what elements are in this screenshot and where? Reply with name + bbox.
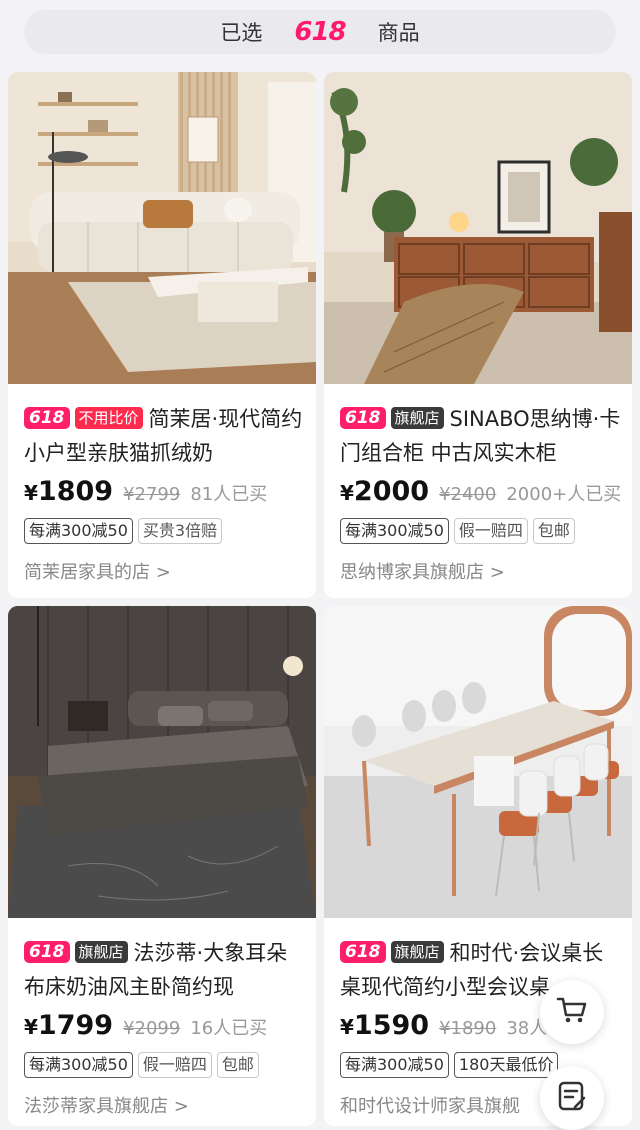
price-row: ¥2000 ¥2400 2000+人已买 xyxy=(340,476,630,516)
price-row: ¥1799 ¥2099 16人已买 xyxy=(24,1010,314,1050)
product-card[interactable]: 618 旗舰店 和时代·会议桌长桌现代简约小型会议桌 ¥1590 ¥1890 38人 每… xyxy=(324,606,632,1126)
promo-tags: 每满300减50 假一赔四 包邮 xyxy=(24,1052,259,1078)
promo-tag: 假一赔四 xyxy=(453,518,528,544)
promo-tag: 每满300减50 xyxy=(340,518,449,544)
cart-button[interactable] xyxy=(540,980,604,1044)
selected-618-filter[interactable]: 已选 618 商品 xyxy=(24,10,616,54)
promo-tags: 每满300减50 假一赔四 包邮 xyxy=(340,518,575,544)
product-title[interactable]: 618 旗舰店 法莎蒂·大象耳朵布床奶油风主卧简约现 xyxy=(24,936,308,1004)
product-title[interactable]: 618 旗舰店 SINABO思纳博·卡门组合柜 中古风实木柜 xyxy=(340,402,624,470)
flagship-badge: 旗舰店 xyxy=(390,407,444,429)
current-price: ¥1590 xyxy=(340,1010,429,1041)
product-image-bed[interactable] xyxy=(8,606,316,918)
618-badge: 618 xyxy=(340,407,386,429)
current-price: ¥2000 xyxy=(340,476,429,507)
sold-count: 2000+人已买 xyxy=(506,484,622,505)
product-title[interactable]: 618 不用比价 简茉居·现代简约小户型亲肤猫抓绒奶 xyxy=(24,402,308,470)
price-value: 1590 xyxy=(353,1010,430,1041)
618-logo: 618 xyxy=(294,17,346,47)
shop-link[interactable]: 和时代设计师家具旗舰 xyxy=(340,1092,520,1118)
original-price: ¥2400 xyxy=(439,484,497,505)
current-price: ¥1799 xyxy=(24,1010,113,1041)
price-value: 1809 xyxy=(37,476,114,507)
notes-icon xyxy=(555,1079,589,1117)
promo-tags: 每满300减50 买贵3倍赔 xyxy=(24,518,223,544)
currency-symbol: ¥ xyxy=(340,481,354,505)
sold-count: 81人已买 xyxy=(190,484,268,505)
flagship-badge: 旗舰店 xyxy=(74,941,128,963)
618-badge: 618 xyxy=(24,941,70,963)
promo-tag: 包邮 xyxy=(216,1052,259,1078)
original-price: ¥2799 xyxy=(123,484,181,505)
selected-label: 已选 xyxy=(220,21,263,45)
shop-link[interactable]: 简茉居家具的店 > xyxy=(24,558,171,584)
shop-link[interactable]: 思纳博家具旗舰店 > xyxy=(340,558,505,584)
cart-icon xyxy=(555,993,589,1031)
product-card[interactable]: 618 旗舰店 法莎蒂·大象耳朵布床奶油风主卧简约现 ¥1799 ¥2099 16人已买… xyxy=(8,606,316,1126)
original-price: ¥2099 xyxy=(123,1018,181,1039)
product-card[interactable]: 618 不用比价 简茉居·现代简约小户型亲肤猫抓绒奶 ¥1809 ¥2799 81人已买… xyxy=(8,72,316,598)
shop-link[interactable]: 法莎蒂家具旗舰店 > xyxy=(24,1092,189,1118)
product-image-cabinet[interactable] xyxy=(324,72,632,384)
currency-symbol: ¥ xyxy=(340,1015,354,1039)
promo-tag: 每满300减50 xyxy=(24,1052,133,1078)
goods-label: 商品 xyxy=(377,21,420,45)
flagship-badge: 旗舰店 xyxy=(390,941,444,963)
product-image-meeting-table[interactable] xyxy=(324,606,632,918)
currency-symbol: ¥ xyxy=(24,1015,38,1039)
notes-button[interactable] xyxy=(540,1066,604,1130)
promo-tag: 假一赔四 xyxy=(137,1052,212,1078)
no-compare-badge: 不用比价 xyxy=(74,407,143,429)
618-badge: 618 xyxy=(24,407,70,429)
promo-tag: 180天最低价 xyxy=(453,1052,559,1078)
price-row: ¥1809 ¥2799 81人已买 xyxy=(24,476,314,516)
currency-symbol: ¥ xyxy=(24,481,38,505)
price-value: 1799 xyxy=(37,1010,114,1041)
promo-tags: 每满300减50 180天最低价 xyxy=(340,1052,559,1078)
product-card[interactable]: 618 旗舰店 SINABO思纳博·卡门组合柜 中古风实木柜 ¥2000 ¥2400 2… xyxy=(324,72,632,598)
promo-tag: 每满300减50 xyxy=(24,518,133,544)
promo-tag: 每满300减50 xyxy=(340,1052,449,1078)
original-price: ¥1890 xyxy=(439,1018,497,1039)
product-image-sofa[interactable] xyxy=(8,72,316,384)
top-bar: 已选 618 商品 xyxy=(0,0,640,64)
price-value: 2000 xyxy=(353,476,430,507)
618-badge: 618 xyxy=(340,941,386,963)
promo-tag: 包邮 xyxy=(532,518,575,544)
promo-tag: 买贵3倍赔 xyxy=(137,518,223,544)
sold-count: 16人已买 xyxy=(190,1018,268,1039)
current-price: ¥1809 xyxy=(24,476,113,507)
